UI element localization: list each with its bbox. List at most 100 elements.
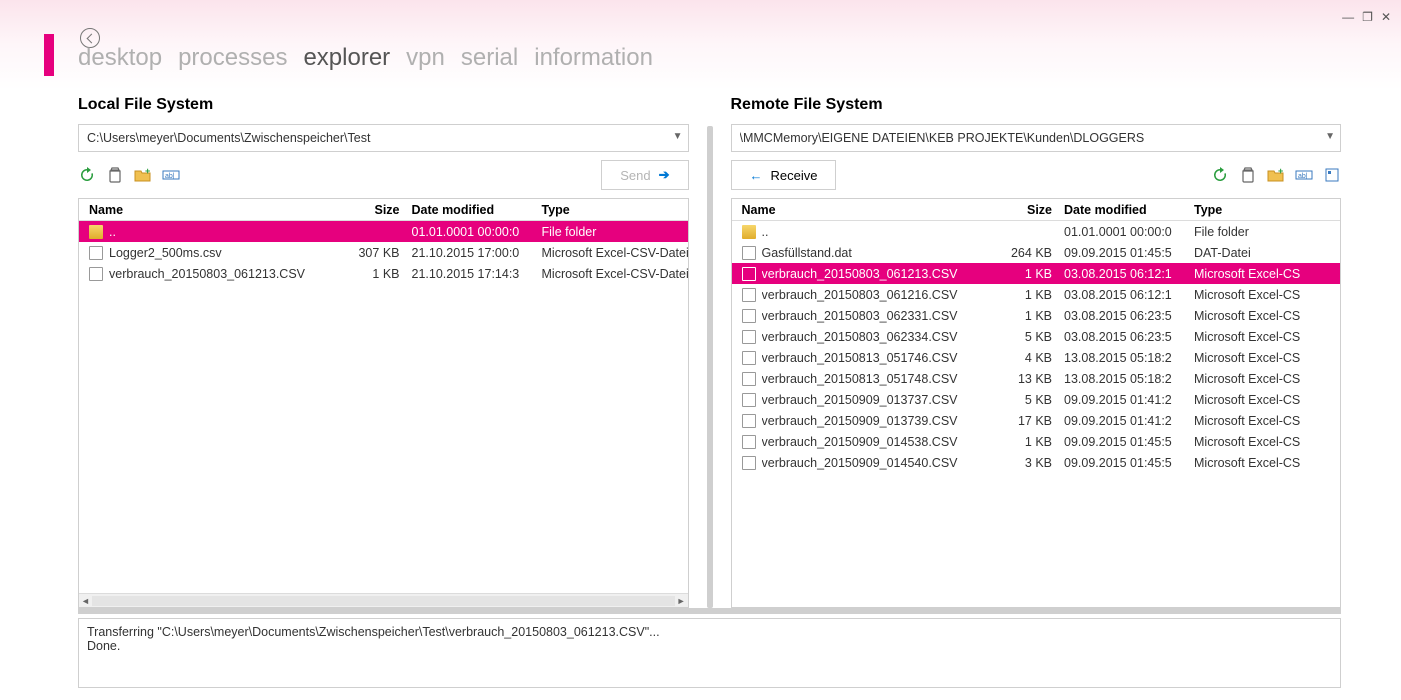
remote-title: Remote File System	[731, 96, 1342, 114]
file-row[interactable]: verbrauch_20150813_051748.CSV13 KB13.08.…	[732, 368, 1341, 389]
file-type: Microsoft Excel-CS	[1188, 267, 1340, 281]
file-name: verbrauch_20150909_014540.CSV	[762, 456, 958, 470]
local-panel: Local File System ▼ + ab| Send ➔	[78, 96, 689, 608]
minimize-button[interactable]: —	[1342, 10, 1354, 24]
file-type: Microsoft Excel-CS	[1188, 372, 1340, 386]
file-size: 264 KB	[988, 246, 1058, 260]
refresh-icon[interactable]	[78, 166, 96, 184]
rename-icon[interactable]: ab|	[1295, 166, 1313, 184]
delete-icon[interactable]	[106, 166, 124, 184]
file-type: Microsoft Excel-CS	[1188, 288, 1340, 302]
file-name: verbrauch_20150803_062331.CSV	[762, 309, 958, 323]
file-row[interactable]: verbrauch_20150803_061213.CSV1 KB21.10.2…	[79, 263, 688, 284]
file-row[interactable]: Gasfüllstand.dat264 KB09.09.2015 01:45:5…	[732, 242, 1341, 263]
file-size: 3 KB	[988, 456, 1058, 470]
new-folder-icon[interactable]: +	[134, 166, 152, 184]
log-output: Transferring "C:\Users\meyer\Documents\Z…	[78, 618, 1341, 688]
tab-vpn[interactable]: vpn	[406, 44, 445, 72]
refresh-icon[interactable]	[1211, 166, 1229, 184]
col-name[interactable]: Name	[79, 203, 336, 217]
file-icon	[742, 309, 756, 323]
file-icon	[742, 456, 756, 470]
folder-row[interactable]: ..01.01.0001 00:00:0File folder	[79, 221, 688, 242]
remote-columns: Name Size Date modified Type	[732, 199, 1341, 221]
file-size: 1 KB	[988, 288, 1058, 302]
col-type[interactable]: Type	[1188, 203, 1340, 217]
col-size[interactable]: Size	[988, 203, 1058, 217]
file-date: 01.01.0001 00:00:0	[406, 225, 536, 239]
col-name[interactable]: Name	[732, 203, 989, 217]
file-row[interactable]: Logger2_500ms.csv307 KB21.10.2015 17:00:…	[79, 242, 688, 263]
close-button[interactable]: ✕	[1381, 10, 1391, 24]
remote-panel: Remote File System ▼ ← Receive + ab|	[731, 96, 1342, 608]
file-size: 5 KB	[988, 393, 1058, 407]
local-title: Local File System	[78, 96, 689, 114]
file-icon	[742, 246, 756, 260]
file-name: verbrauch_20150909_013739.CSV	[762, 414, 958, 428]
arrow-left-icon: ←	[750, 168, 763, 183]
tab-desktop[interactable]: desktop	[78, 44, 162, 72]
file-name: ..	[109, 225, 116, 239]
col-date[interactable]: Date modified	[1058, 203, 1188, 217]
file-row[interactable]: verbrauch_20150909_014540.CSV 3 KB09.09.2…	[732, 452, 1341, 473]
file-date: 09.09.2015 01:41:2	[1058, 393, 1188, 407]
tab-serial[interactable]: serial	[461, 44, 518, 72]
properties-icon[interactable]	[1323, 166, 1341, 184]
file-date: 09.09.2015 01:45:5	[1058, 456, 1188, 470]
new-folder-icon[interactable]: +	[1267, 166, 1285, 184]
file-row[interactable]: verbrauch_20150803_062334.CSV5 KB03.08.2…	[732, 326, 1341, 347]
file-name: verbrauch_20150803_061213.CSV	[762, 267, 958, 281]
file-row[interactable]: verbrauch_20150909_013739.CSV17 KB09.09.…	[732, 410, 1341, 431]
folder-row[interactable]: ..01.01.0001 00:00:0File folder	[732, 221, 1341, 242]
scrollbar-horizontal[interactable]: ◄►	[79, 593, 688, 607]
file-type: Microsoft Excel-CS	[1188, 330, 1340, 344]
file-size: 5 KB	[988, 330, 1058, 344]
tab-explorer[interactable]: explorer	[303, 44, 390, 72]
receive-label: Receive	[771, 168, 818, 183]
svg-text:+: +	[1278, 168, 1283, 176]
file-date: 09.09.2015 01:45:5	[1058, 435, 1188, 449]
file-date: 21.10.2015 17:14:3	[406, 267, 536, 281]
send-button[interactable]: Send ➔	[601, 160, 688, 190]
local-path-input[interactable]	[78, 124, 689, 152]
file-type: File folder	[1188, 225, 1340, 239]
file-row[interactable]: verbrauch_20150803_062331.CSV1 KB03.08.2…	[732, 305, 1341, 326]
file-name: verbrauch_20150803_062334.CSV	[762, 330, 958, 344]
file-icon	[742, 330, 756, 344]
svg-text:+: +	[145, 168, 150, 176]
remote-file-list: Name Size Date modified Type ..01.01.000…	[731, 198, 1342, 608]
file-icon	[89, 246, 103, 260]
file-type: Microsoft Excel-CS	[1188, 414, 1340, 428]
file-size: 307 KB	[336, 246, 406, 260]
tab-processes[interactable]: processes	[178, 44, 287, 72]
restore-button[interactable]: ❐	[1362, 10, 1373, 24]
file-row[interactable]: verbrauch_20150803_061213.CSV1 KB03.08.2…	[732, 263, 1341, 284]
app-header: — ❐ ✕ desktop processes explorer vpn seriali…	[0, 0, 1401, 90]
file-type: Microsoft Excel-CS	[1188, 456, 1340, 470]
file-name: verbrauch_20150803_061216.CSV	[762, 288, 958, 302]
file-row[interactable]: verbrauch_20150803_061216.CSV 1 KB03.08.2…	[732, 284, 1341, 305]
file-row[interactable]: verbrauch_20150909_014538.CSV1 KB09.09.2…	[732, 431, 1341, 452]
delete-icon[interactable]	[1239, 166, 1257, 184]
file-name: verbrauch_20150813_051748.CSV	[762, 372, 958, 386]
file-size: 1 KB	[988, 435, 1058, 449]
rename-icon[interactable]: ab|	[162, 166, 180, 184]
local-file-list: Name Size Date modified Type .. 01.01.000…	[78, 198, 689, 608]
panel-divider[interactable]	[707, 126, 713, 608]
col-size[interactable]: Size	[336, 203, 406, 217]
log-line: Done.	[87, 639, 1332, 653]
log-resize-handle[interactable]	[78, 608, 1341, 614]
col-type[interactable]: Type	[536, 203, 688, 217]
remote-path-input[interactable]	[731, 124, 1342, 152]
log-line: Transferring "C:\Users\meyer\Documents\Z…	[87, 625, 1332, 639]
file-row[interactable]: verbrauch_20150813_051746.CSV4 KB13.08.2…	[732, 347, 1341, 368]
file-date: 03.08.2015 06:12:1	[1058, 288, 1188, 302]
svg-text:ab|: ab|	[1298, 173, 1308, 180]
receive-button[interactable]: ← Receive	[731, 160, 837, 190]
file-row[interactable]: verbrauch_20150909_013737.CSV5 KB09.09.2…	[732, 389, 1341, 410]
brand-accent	[44, 34, 54, 76]
arrow-right-icon: ➔	[659, 167, 670, 183]
col-date[interactable]: Date modified	[406, 203, 536, 217]
tab-information[interactable]: information	[534, 44, 653, 72]
folder-icon	[89, 225, 103, 239]
